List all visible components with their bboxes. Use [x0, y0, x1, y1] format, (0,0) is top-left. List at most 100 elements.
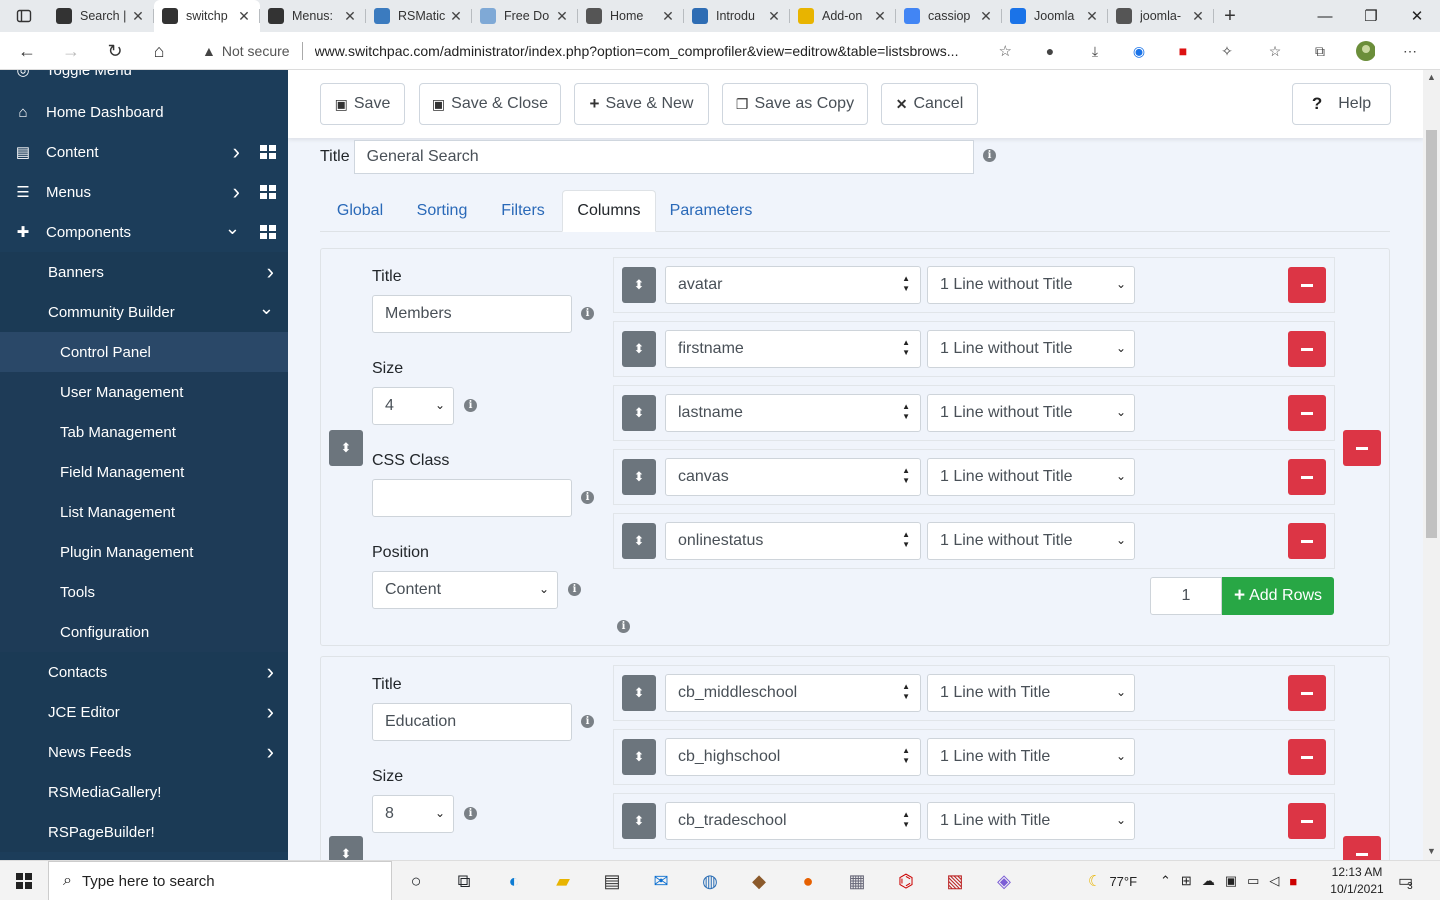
- extension-icon[interactable]: ●: [1040, 41, 1060, 61]
- mail-icon[interactable]: ✉: [645, 865, 677, 897]
- info-icon[interactable]: i: [464, 399, 477, 412]
- column-title-input[interactable]: Members: [372, 295, 572, 333]
- close-tab-icon[interactable]: ✕: [1084, 8, 1100, 25]
- download-icon[interactable]: ⤓: [1085, 41, 1105, 61]
- cancel-button[interactable]: ✕ Cancel: [881, 83, 978, 125]
- close-tab-icon[interactable]: ✕: [448, 8, 464, 25]
- field-select[interactable]: onlinestatus ▲ ▼: [665, 522, 921, 560]
- drag-handle-icon[interactable]: ⬍: [329, 836, 363, 860]
- tab-global[interactable]: Global: [320, 190, 400, 232]
- drag-handle-icon[interactable]: ⬍: [622, 803, 656, 839]
- close-tab-icon[interactable]: ✕: [766, 8, 782, 25]
- app-icon[interactable]: ◆: [743, 865, 775, 897]
- sidebar-item-tab-management[interactable]: Tab Management: [0, 412, 288, 452]
- css-class-input[interactable]: [372, 479, 572, 517]
- save-copy-button[interactable]: ❐ Save as Copy: [722, 83, 868, 125]
- display-select[interactable]: 1 Line without Title ⌄: [927, 330, 1135, 368]
- browser-tab[interactable]: Add-on ✕: [790, 0, 896, 32]
- info-icon[interactable]: i: [617, 620, 630, 633]
- drag-handle-icon[interactable]: ⬍: [622, 739, 656, 775]
- drag-handle-icon[interactable]: ⬍: [622, 331, 656, 367]
- info-icon[interactable]: i: [983, 149, 996, 162]
- close-tab-icon[interactable]: ✕: [660, 8, 676, 25]
- browser-tab[interactable]: Free Do ✕: [472, 0, 578, 32]
- drag-handle-icon[interactable]: ⬍: [622, 395, 656, 431]
- info-icon[interactable]: i: [581, 715, 594, 728]
- acrobat-icon[interactable]: ⌬: [890, 865, 922, 897]
- close-tab-icon[interactable]: ✕: [236, 8, 252, 25]
- remove-column-button[interactable]: [1343, 430, 1381, 466]
- display-select[interactable]: 1 Line with Title ⌄: [927, 738, 1135, 776]
- field-select[interactable]: cb_tradeschool ▲ ▼: [665, 802, 921, 840]
- display-select[interactable]: 1 Line with Title ⌄: [927, 802, 1135, 840]
- display-select[interactable]: 1 Line without Title ⌄: [927, 522, 1135, 560]
- sidebar-item-field-management[interactable]: Field Management: [0, 452, 288, 492]
- browser-tab[interactable]: Menus: ✕: [260, 0, 366, 32]
- drag-handle-icon[interactable]: ⬍: [622, 675, 656, 711]
- extension-red-icon[interactable]: ■: [1173, 41, 1193, 61]
- tray-icon[interactable]: ■: [1289, 874, 1297, 889]
- scroll-up-icon[interactable]: ▲: [1427, 72, 1436, 82]
- field-select[interactable]: canvas ▲ ▼: [665, 458, 921, 496]
- browser-tab[interactable]: Joomla ✕: [1002, 0, 1108, 32]
- notifications-button[interactable]: ▭ 3: [1398, 861, 1413, 900]
- chevron-right-icon[interactable]: ›: [267, 659, 274, 685]
- network-icon[interactable]: ▭: [1247, 873, 1259, 889]
- sidebar-item-control-panel[interactable]: Control Panel: [0, 332, 288, 372]
- extension-shield-icon[interactable]: ◉: [1129, 41, 1149, 61]
- close-tab-icon[interactable]: ✕: [342, 8, 358, 25]
- field-select[interactable]: lastname ▲ ▼: [665, 394, 921, 432]
- tab-actions-icon[interactable]: [0, 0, 48, 32]
- drag-handle-icon[interactable]: ⬍: [622, 267, 656, 303]
- tab-sorting[interactable]: Sorting: [400, 190, 484, 232]
- scrollbar-thumb[interactable]: [1426, 130, 1437, 538]
- remove-field-button[interactable]: [1288, 331, 1326, 367]
- close-window-button[interactable]: ✕: [1394, 0, 1440, 32]
- field-select[interactable]: firstname ▲ ▼: [665, 330, 921, 368]
- favorites-icon[interactable]: ☆: [1265, 41, 1285, 61]
- remove-field-button[interactable]: [1288, 523, 1326, 559]
- clock[interactable]: 12:13 AM 10/1/2021: [1326, 864, 1388, 898]
- position-select[interactable]: Content ⌄: [372, 571, 558, 609]
- display-select[interactable]: 1 Line with Title ⌄: [927, 674, 1135, 712]
- edge-icon[interactable]: ◐: [498, 865, 530, 897]
- new-tab-button[interactable]: +: [1214, 0, 1246, 32]
- sidebar-item-content[interactable]: ▤ Content ›: [0, 132, 288, 172]
- tray-icon[interactable]: ▣: [1225, 873, 1237, 889]
- chevron-right-icon[interactable]: ›: [233, 139, 240, 165]
- app-icon[interactable]: ◈: [988, 865, 1020, 897]
- restore-button[interactable]: ❐: [1348, 0, 1394, 32]
- save-new-button[interactable]: + Save & New: [574, 83, 709, 125]
- sidebar-item-plugin-management[interactable]: Plugin Management: [0, 532, 288, 572]
- help-button[interactable]: ? Help: [1292, 83, 1391, 125]
- sidebar-item-jce-editor[interactable]: JCE Editor ›: [0, 692, 288, 732]
- sidebar-item-tools[interactable]: Tools: [0, 572, 288, 612]
- sidebar-item-community-builder[interactable]: Community Builder ⌄: [0, 292, 288, 332]
- size-select[interactable]: 8 ⌄: [372, 795, 454, 833]
- browser-tab[interactable]: Introdu ✕: [684, 0, 790, 32]
- field-select[interactable]: cb_highschool ▲ ▼: [665, 738, 921, 776]
- field-select[interactable]: cb_middleschool ▲ ▼: [665, 674, 921, 712]
- taskbar-search[interactable]: ⌕ Type here to search: [48, 861, 392, 900]
- chevron-right-icon[interactable]: ›: [233, 179, 240, 205]
- browser-tab[interactable]: Search | ✕: [48, 0, 154, 32]
- app-icon[interactable]: ▧: [939, 865, 971, 897]
- tab-columns[interactable]: Columns: [562, 190, 656, 232]
- remove-field-button[interactable]: [1288, 675, 1326, 711]
- remove-column-button[interactable]: [1343, 836, 1381, 860]
- favorite-star-icon[interactable]: ☆: [999, 42, 1012, 60]
- size-select[interactable]: 4 ⌄: [372, 387, 454, 425]
- chevron-up-icon[interactable]: ⌃: [1160, 873, 1171, 889]
- save-close-button[interactable]: ▣ Save & Close: [419, 83, 561, 125]
- close-tab-icon[interactable]: ✕: [130, 8, 146, 25]
- browser-tab[interactable]: switchp ✕: [154, 0, 260, 32]
- chevron-right-icon[interactable]: ›: [267, 739, 274, 765]
- remove-field-button[interactable]: [1288, 395, 1326, 431]
- store-icon[interactable]: ▤: [596, 865, 628, 897]
- sidebar-item-rsmediagallery[interactable]: RSMediaGallery!: [0, 772, 288, 812]
- reload-button[interactable]: ↻: [100, 36, 130, 66]
- dashboard-grid-icon[interactable]: [260, 145, 276, 159]
- remove-field-button[interactable]: [1288, 803, 1326, 839]
- sidebar-item-news-feeds[interactable]: News Feeds ›: [0, 732, 288, 772]
- drag-handle-icon[interactable]: ⬍: [329, 430, 363, 466]
